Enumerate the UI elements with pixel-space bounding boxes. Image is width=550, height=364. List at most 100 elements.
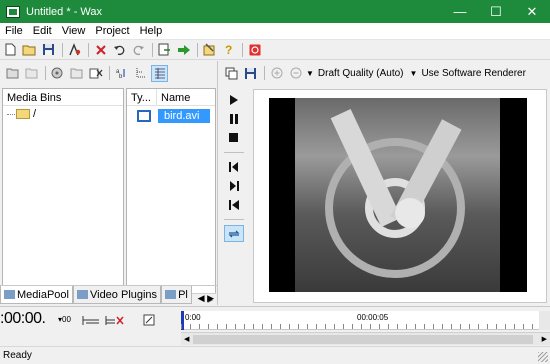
toolbar-separator: [88, 42, 89, 57]
render-icon[interactable]: [175, 41, 192, 58]
mediapool-icon: [4, 290, 15, 299]
preview-panel: ▼ Draft Quality (Auto) ▼ Use Software Re…: [219, 61, 550, 305]
files-header: Ty... Name: [127, 89, 215, 106]
track-delete-icon[interactable]: [104, 313, 126, 327]
zoom-out-icon[interactable]: [287, 65, 304, 82]
tab-scroll-arrows[interactable]: ◀ ▶: [198, 293, 218, 304]
export-icon[interactable]: [156, 41, 173, 58]
open-folder-icon[interactable]: [68, 65, 85, 82]
toolbar-separator: [264, 66, 265, 80]
tree-root-item[interactable]: /: [3, 108, 123, 120]
go-to-start-button[interactable]: [224, 196, 244, 213]
preview-toolbar: ▼ Draft Quality (Auto) ▼ Use Software Re…: [219, 61, 550, 85]
maximize-button[interactable]: ☐: [478, 0, 514, 23]
title-bar: Untitled * - Wax — ☐ ✕: [0, 0, 550, 23]
renderer-dropdown[interactable]: Use Software Renderer: [421, 68, 526, 79]
window-controls: — ☐ ✕: [442, 0, 550, 23]
column-type[interactable]: Ty...: [127, 89, 157, 105]
media-pool-toolbar: ab: [0, 61, 217, 85]
loop-button[interactable]: [223, 225, 244, 242]
copy-frame-icon[interactable]: [223, 65, 240, 82]
timeline-vertical-scrollbar[interactable]: [539, 311, 550, 330]
timecode-unit-value: 00: [62, 315, 71, 324]
prev-frame-button[interactable]: [224, 158, 244, 175]
redo-icon[interactable]: [130, 41, 147, 58]
quality-dropdown-arrow-icon[interactable]: ▼: [306, 69, 314, 78]
media-bins-header: Media Bins: [3, 89, 123, 106]
menu-view[interactable]: View: [57, 25, 91, 37]
frame-shape: [395, 198, 425, 228]
remove-media-icon[interactable]: [87, 65, 104, 82]
timeline-horizontal-scrollbar[interactable]: ◀ ▶: [181, 332, 550, 345]
toolbar-separator: [45, 66, 46, 80]
column-name[interactable]: Name: [157, 89, 194, 105]
save-frame-icon[interactable]: [242, 65, 259, 82]
tab-plugins-more[interactable]: Pl: [161, 286, 192, 304]
track-insert-icon[interactable]: [80, 313, 102, 327]
tab-mediapool[interactable]: MediaPool: [0, 286, 73, 304]
menu-project[interactable]: Project: [90, 25, 134, 37]
save-icon[interactable]: [40, 41, 57, 58]
media-files-list: Ty... Name bird.avi: [126, 88, 216, 296]
pause-button[interactable]: [224, 110, 244, 127]
stop-button[interactable]: [224, 129, 244, 146]
record-icon[interactable]: [246, 41, 263, 58]
status-text: Ready: [3, 350, 32, 361]
video-frame: [295, 98, 500, 292]
tab-plugins-more-label: Pl: [178, 288, 188, 301]
settings-icon[interactable]: [201, 41, 218, 58]
transport-controls: [219, 89, 248, 303]
timeline-ruler[interactable]: 0:00 00:00:05: [181, 311, 550, 330]
bin-up-icon[interactable]: [23, 65, 40, 82]
new-icon[interactable]: [2, 41, 19, 58]
timeline-area: :00:00. ▾00 0:00 00:00:05 ◀ ▶: [0, 306, 550, 346]
main-toolbar: ?: [0, 40, 550, 60]
list-item[interactable]: bird.avi: [127, 108, 215, 124]
track-properties-icon[interactable]: [138, 313, 160, 327]
scroll-right-icon[interactable]: ▶: [542, 335, 547, 343]
help-icon[interactable]: ?: [220, 41, 237, 58]
minimize-button[interactable]: —: [442, 0, 478, 23]
svg-text:b: b: [119, 74, 123, 79]
toolbar-separator: [197, 42, 198, 57]
delete-icon[interactable]: [92, 41, 109, 58]
folder-icon: [16, 109, 30, 119]
resize-grip-icon[interactable]: [538, 352, 548, 362]
import-icon[interactable]: [49, 65, 66, 82]
quality-dropdown[interactable]: Draft Quality (Auto): [318, 68, 404, 79]
tab-mediapool-label: MediaPool: [17, 288, 69, 301]
details-view-icon[interactable]: [151, 64, 168, 82]
renderer-dropdown-arrow-icon[interactable]: ▼: [410, 69, 418, 78]
toolbar-separator: [109, 66, 110, 80]
transport-separator: [223, 219, 244, 220]
ruler-label-5s: 00:00:05: [357, 313, 389, 322]
video-preview-area: [253, 89, 547, 303]
scroll-thumb[interactable]: [193, 335, 533, 344]
play-button[interactable]: [224, 91, 244, 108]
timecode-display[interactable]: :00:00.: [0, 310, 46, 328]
sort-icon[interactable]: ab: [113, 65, 130, 82]
video-preview: [269, 98, 527, 292]
tree-view-icon[interactable]: [132, 65, 149, 82]
toolbar-separator: [242, 42, 243, 57]
panel-tabs: MediaPool Video Plugins Pl ◀ ▶: [0, 285, 218, 304]
menu-bar: File Edit View Project Help: [0, 23, 550, 40]
zoom-in-icon[interactable]: [268, 65, 285, 82]
open-icon[interactable]: [21, 41, 38, 58]
undo-icon[interactable]: [111, 41, 128, 58]
menu-edit[interactable]: Edit: [28, 25, 57, 37]
add-bin-icon[interactable]: [4, 65, 21, 82]
scroll-left-icon[interactable]: ◀: [184, 335, 189, 343]
menu-help[interactable]: Help: [135, 25, 168, 37]
app-icon: [6, 5, 20, 18]
toolbar-separator: [62, 42, 63, 57]
video-plugins-icon: [76, 290, 88, 299]
tab-video-plugins[interactable]: Video Plugins: [72, 286, 162, 304]
properties-icon[interactable]: [66, 41, 83, 58]
close-button[interactable]: ✕: [514, 0, 550, 23]
next-frame-button[interactable]: [224, 177, 244, 194]
transport-separator: [223, 152, 244, 153]
ruler-label-start: 0:00: [185, 313, 201, 322]
menu-file[interactable]: File: [0, 25, 28, 37]
timecode-unit[interactable]: ▾00: [58, 315, 71, 324]
